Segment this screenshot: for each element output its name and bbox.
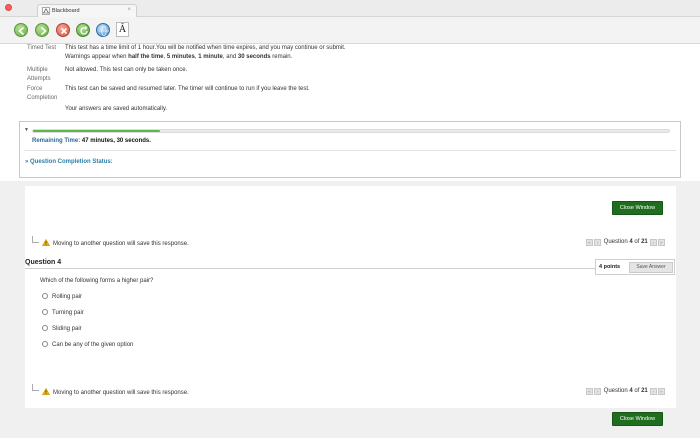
warning-icon bbox=[42, 388, 50, 395]
warnings-30: 30 seconds bbox=[237, 53, 271, 60]
previous-question-icon[interactable]: ‹ bbox=[594, 239, 601, 246]
radio-button[interactable] bbox=[42, 293, 48, 299]
blackboard-favicon-icon bbox=[42, 7, 50, 15]
points-value: 4 points bbox=[599, 264, 621, 270]
notice-bracket bbox=[32, 384, 39, 391]
info-label: Multiple Attempts bbox=[27, 67, 51, 82]
info-text: Not allowed. This test can only be taken… bbox=[65, 67, 188, 73]
info-line-warnings: Warnings appear when half the time, 5 mi… bbox=[65, 53, 665, 62]
option-label: Rolling pair bbox=[52, 294, 83, 300]
tab-title: Blackboard bbox=[52, 7, 80, 14]
tab-close-icon[interactable]: × bbox=[127, 7, 131, 13]
save-notice-top: Moving to another question will save thi… bbox=[42, 239, 189, 247]
arrow-right-icon bbox=[40, 26, 47, 36]
radio-button[interactable] bbox=[42, 341, 48, 347]
arrow-left-icon bbox=[18, 26, 25, 36]
option-label: Can be any of the given option bbox=[52, 342, 134, 348]
reload-icon bbox=[80, 26, 88, 35]
question-text: Which of the following forms a higher pa… bbox=[40, 278, 154, 284]
font-size-button[interactable]: Ā bbox=[116, 22, 129, 37]
warnings-suffix: remain. bbox=[270, 53, 293, 60]
pager-total: 21 bbox=[641, 388, 648, 394]
question-completion-status-link[interactable]: » Question Completion Status: bbox=[25, 159, 113, 165]
warning-icon bbox=[42, 239, 50, 246]
home-globe-button[interactable] bbox=[96, 23, 110, 37]
collapse-triangle-icon[interactable]: ▼ bbox=[24, 127, 29, 133]
warnings-half: half the time bbox=[128, 53, 164, 60]
points-box: 4 points Save Answer bbox=[595, 259, 675, 275]
radio-button[interactable] bbox=[42, 325, 48, 331]
info-line: This test has a time limit of 1 hour.You… bbox=[65, 45, 346, 51]
question-pager-bottom: «‹ Question 4 of 21 ›» bbox=[586, 388, 666, 395]
option-any[interactable]: Can be any of the given option bbox=[42, 341, 133, 348]
radio-button[interactable] bbox=[42, 309, 48, 315]
pager-of: of bbox=[634, 239, 640, 245]
info-text: This test can be saved and resumed later… bbox=[65, 86, 310, 92]
timer-panel: ▼ Remaining Time: 47 minutes, 30 seconds… bbox=[19, 121, 681, 178]
close-window-button-top[interactable]: Close Window bbox=[612, 201, 663, 215]
divider bbox=[24, 150, 676, 151]
remaining-time: Remaining Time: 47 minutes, 30 seconds. bbox=[32, 138, 151, 144]
info-label: Force Completion bbox=[27, 86, 58, 101]
option-rolling-pair[interactable]: Rolling pair bbox=[42, 293, 82, 300]
pager-current: 4 bbox=[629, 388, 633, 394]
close-window-dot[interactable] bbox=[5, 4, 12, 11]
time-progress-fill bbox=[33, 130, 161, 132]
last-question-icon[interactable]: » bbox=[657, 388, 665, 395]
pager-prefix: Question bbox=[603, 239, 628, 245]
close-window-button-bottom[interactable]: Close Window bbox=[612, 412, 663, 426]
pager-total: 21 bbox=[641, 239, 648, 245]
time-progress-bar bbox=[32, 129, 670, 133]
save-notice-text: Moving to another question will save thi… bbox=[53, 390, 189, 396]
question-content-card bbox=[25, 186, 676, 408]
save-notice-text: Moving to another question will save thi… bbox=[53, 241, 189, 247]
option-turning-pair[interactable]: Turning pair bbox=[42, 309, 84, 316]
save-notice-bottom: Moving to another question will save thi… bbox=[42, 388, 189, 396]
stop-x-icon bbox=[60, 27, 68, 35]
option-sliding-pair[interactable]: Sliding pair bbox=[42, 325, 82, 332]
pager-current: 4 bbox=[629, 239, 633, 245]
last-question-icon[interactable]: » bbox=[657, 239, 665, 246]
reload-button[interactable] bbox=[76, 23, 90, 37]
first-question-icon[interactable]: « bbox=[586, 239, 593, 246]
remaining-time-label: Remaining Time: bbox=[32, 138, 81, 144]
info-label: Timed Test bbox=[27, 45, 57, 51]
question-heading-rule bbox=[25, 268, 595, 269]
browser-tab[interactable]: Blackboard × bbox=[37, 4, 137, 17]
option-label: Sliding pair bbox=[52, 326, 82, 332]
previous-question-icon[interactable]: ‹ bbox=[594, 388, 601, 395]
globe-icon bbox=[99, 25, 109, 37]
question-heading: Question 4 bbox=[25, 259, 62, 266]
title-bar: Blackboard × bbox=[0, 0, 700, 17]
info-text: This test has a time limit of 1 hour.You… bbox=[65, 44, 665, 61]
save-answer-button[interactable]: Save Answer bbox=[629, 262, 673, 273]
option-label: Turning pair bbox=[52, 310, 84, 316]
pager-of: of bbox=[634, 388, 640, 394]
back-button[interactable] bbox=[14, 23, 28, 37]
next-question-icon[interactable]: › bbox=[649, 388, 657, 395]
question-pager-top: «‹ Question 4 of 21 ›» bbox=[586, 239, 666, 246]
forward-button[interactable] bbox=[35, 23, 49, 37]
warnings-5: 5 minutes bbox=[166, 53, 195, 60]
browser-toolbar: Ā bbox=[0, 17, 700, 44]
first-question-icon[interactable]: « bbox=[586, 388, 593, 395]
warnings-prefix: Warnings appear when bbox=[65, 53, 129, 60]
stop-button[interactable] bbox=[56, 23, 70, 37]
warnings-1: 1 minute bbox=[198, 53, 223, 60]
next-question-icon[interactable]: › bbox=[649, 239, 657, 246]
pager-prefix: Question bbox=[603, 388, 628, 394]
remaining-time-value: 47 minutes, 30 seconds. bbox=[81, 138, 151, 144]
info-text: Your answers are saved automatically. bbox=[65, 106, 168, 112]
warnings-and: , and bbox=[222, 53, 238, 60]
notice-bracket bbox=[32, 236, 39, 243]
